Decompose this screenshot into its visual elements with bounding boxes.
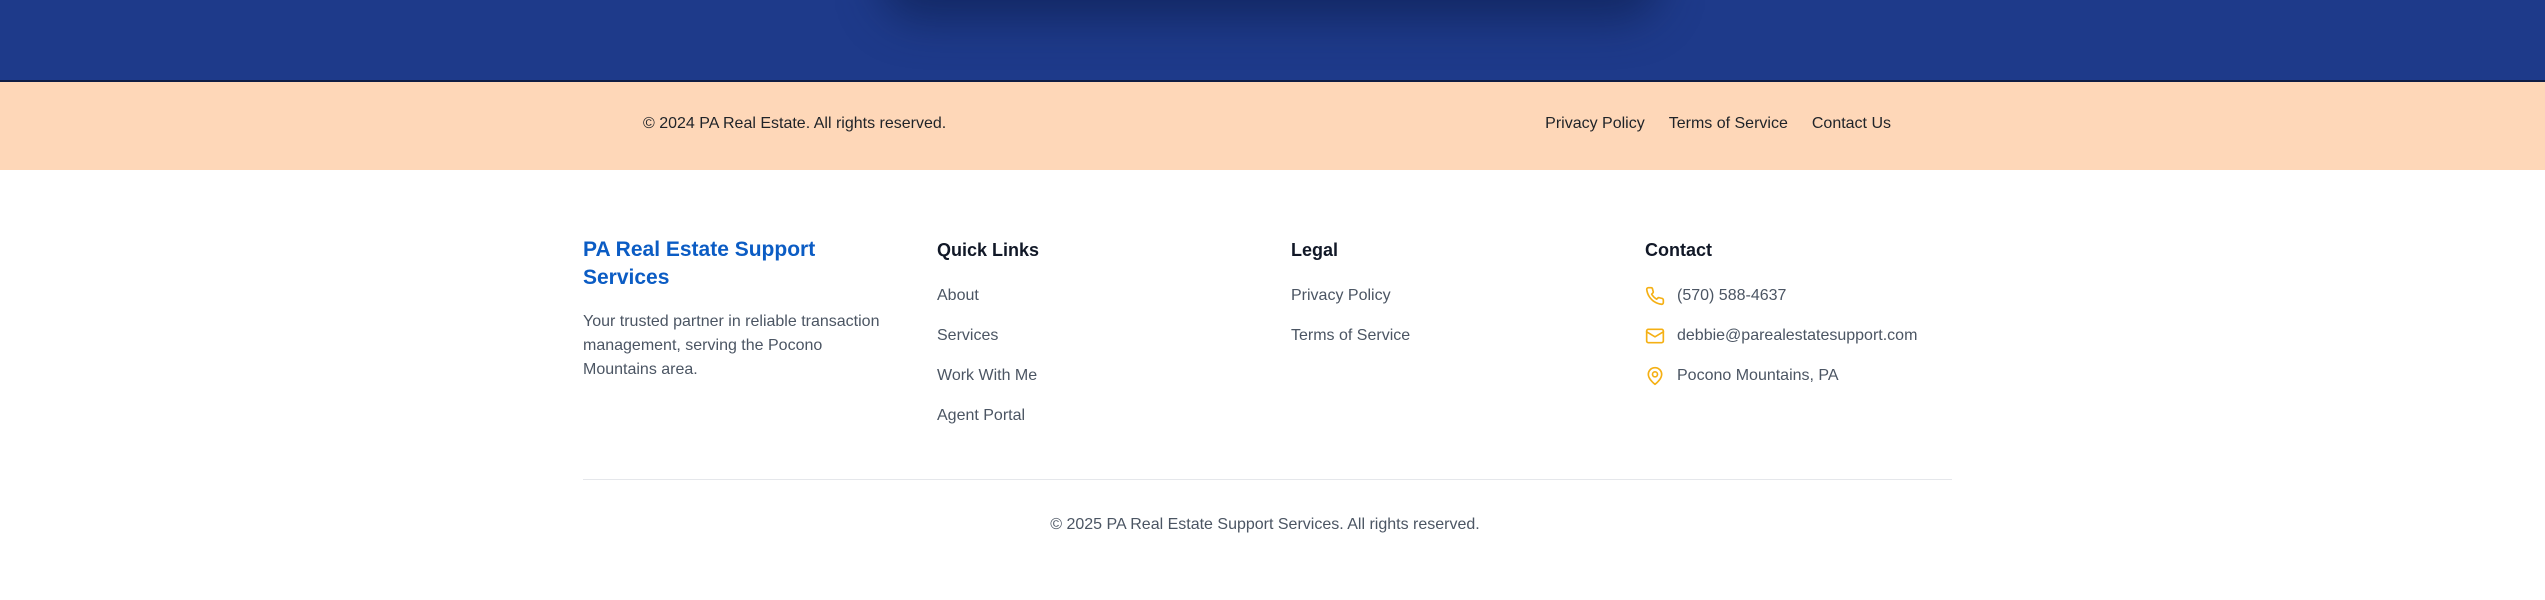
hero-card-shadow <box>880 0 1660 20</box>
footer-link-services[interactable]: Services <box>937 327 998 344</box>
footer-brand-description: Your trusted partner in reliable transac… <box>583 313 880 378</box>
list-item: About <box>937 286 1039 326</box>
footer-brand-column: PA Real Estate Support Services Your tru… <box>583 236 893 398</box>
list-item: Services <box>937 326 1039 366</box>
map-pin-icon <box>1647 366 1663 386</box>
list-item: Privacy Policy <box>1291 286 1410 326</box>
footer-link-about[interactable]: About <box>937 287 979 304</box>
legal-links-list: Privacy Policy Terms of Service <box>1291 286 1410 366</box>
footer-quick-links-column: Quick Links About Services Work With Me … <box>937 236 1039 446</box>
top-footer-copyright: © 2024 PA Real Estate. All rights reserv… <box>643 115 947 132</box>
footer-bottom-copyright: © 2025 PA Real Estate Support Services. … <box>1050 516 1480 533</box>
contact-list: (570) 588-4637 debbie@parealestatesuppor… <box>1645 286 1917 406</box>
list-item: Work With Me <box>937 366 1039 406</box>
quick-links-list: About Services Work With Me Agent Portal <box>937 286 1039 446</box>
footer-divider <box>583 479 1952 480</box>
top-link-privacy-policy[interactable]: Privacy Policy <box>1545 115 1645 133</box>
contact-location-item: Pocono Mountains, PA <box>1645 366 1917 406</box>
contact-phone-item[interactable]: (570) 588-4637 <box>1645 286 1917 326</box>
contact-email-item[interactable]: debbie@parealestatesupport.com <box>1645 326 1917 366</box>
list-item: Terms of Service <box>1291 326 1410 366</box>
top-footer-bar: © 2024 PA Real Estate. All rights reserv… <box>0 82 2545 170</box>
hero-section-bottom <box>0 0 2545 82</box>
site-footer: PA Real Estate Support Services Your tru… <box>0 170 2545 600</box>
contact-email[interactable]: debbie@parealestatesupport.com <box>1677 326 1917 346</box>
footer-link-agent-portal[interactable]: Agent Portal <box>937 407 1025 424</box>
contact-heading: Contact <box>1645 240 1712 260</box>
footer-brand-title: PA Real Estate Support Services <box>583 238 816 289</box>
footer-link-terms-of-service[interactable]: Terms of Service <box>1291 327 1410 344</box>
contact-location: Pocono Mountains, PA <box>1677 367 1839 384</box>
mail-icon <box>1645 328 1665 344</box>
top-footer-nav: Privacy Policy Terms of Service Contact … <box>1545 115 1891 133</box>
phone-icon <box>1645 286 1665 306</box>
footer-legal-column: Legal Privacy Policy Terms of Service <box>1291 236 1410 366</box>
footer-link-work-with-me[interactable]: Work With Me <box>937 367 1037 384</box>
top-link-terms-of-service[interactable]: Terms of Service <box>1669 115 1788 133</box>
top-link-contact-us[interactable]: Contact Us <box>1812 115 1891 133</box>
contact-phone[interactable]: (570) 588-4637 <box>1677 286 1786 306</box>
list-item: Agent Portal <box>937 406 1039 446</box>
quick-links-heading: Quick Links <box>937 240 1040 260</box>
legal-heading: Legal <box>1291 240 1339 260</box>
footer-link-privacy-policy[interactable]: Privacy Policy <box>1291 287 1391 304</box>
footer-contact-column: Contact (570) 588-4637 debbie@parealesta… <box>1645 236 1917 406</box>
